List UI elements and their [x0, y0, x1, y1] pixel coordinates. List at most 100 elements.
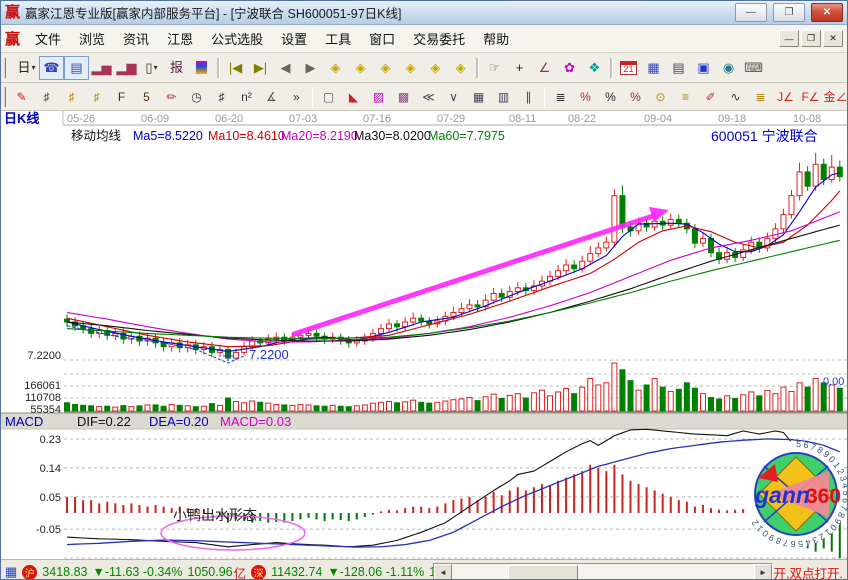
gann-grid-button[interactable]: ♯ — [34, 85, 59, 109]
gold-line-2-button[interactable]: ≣ — [748, 85, 773, 109]
network-button[interactable]: ◉ — [716, 56, 741, 80]
restore-button[interactable]: ❐ — [773, 3, 805, 22]
minimize-button[interactable]: — — [735, 3, 767, 22]
gold-grid-1-button[interactable]: ♯ — [59, 85, 84, 109]
kline-chart-area[interactable]: 05-2606-0906-2007-0307-1607-2908-1108-22… — [1, 111, 847, 559]
diamond-center-button[interactable]: ◈ — [448, 56, 473, 80]
angle-gold-button[interactable]: 金∠ — [823, 85, 847, 109]
quote-list-button[interactable]: ▤ — [64, 56, 89, 80]
menu-item-file[interactable]: 文件 — [26, 26, 70, 51]
save-icon: ▣ — [697, 61, 709, 74]
n-square-icon: n² — [241, 91, 252, 103]
menu-item-news[interactable]: 资讯 — [114, 26, 158, 51]
percent-button[interactable]: % — [598, 85, 623, 109]
phone-quote-button[interactable]: ☎ — [39, 56, 64, 80]
next-period-button[interactable]: ▶ — [298, 56, 323, 80]
first-page-icon: |◀ — [229, 61, 242, 74]
color-volume-button[interactable] — [189, 56, 214, 80]
hatch-box-button[interactable]: ▩ — [391, 85, 416, 109]
angle-f-button[interactable]: F∠ — [798, 85, 823, 109]
first-page-button[interactable]: |◀ — [223, 56, 248, 80]
crosshair-tool-button[interactable]: + — [507, 56, 532, 80]
brush-button[interactable]: ✏ — [159, 85, 184, 109]
minute-chart-3-button[interactable]: ▂▅ — [89, 56, 114, 80]
grid-a-button[interactable]: ▦ — [466, 85, 491, 109]
scroll-right-arrow[interactable]: ► — [754, 564, 772, 580]
ray-lines-icon: ≪ — [422, 91, 435, 103]
grid-a-icon: ▦ — [473, 91, 484, 103]
net-tool-button[interactable]: ❖ — [582, 56, 607, 80]
chevron-down-icon: ▾ — [32, 63, 36, 72]
scrollbar-thumb[interactable] — [508, 565, 578, 580]
fan-lines-button[interactable]: ◣ — [341, 85, 366, 109]
flower-tool-button[interactable]: ✿ — [557, 56, 582, 80]
gold-line-1-button[interactable]: ≡ — [673, 85, 698, 109]
chip-distribution-button[interactable]: ≣ — [548, 85, 573, 109]
menu-item-window[interactable]: 窗口 — [360, 26, 404, 51]
sz-index-change: ▼-128.06 -1.11% — [327, 565, 424, 579]
angle-j-button[interactable]: J∠ — [773, 85, 798, 109]
f-grid-button[interactable]: F — [109, 85, 134, 109]
mdi-close-button[interactable]: ✕ — [823, 30, 843, 47]
ray-lines-button[interactable]: ≪ — [416, 85, 441, 109]
price-grid-button[interactable]: ♯ — [209, 85, 234, 109]
calculator-button[interactable]: ▦ — [641, 56, 666, 80]
flag-pen-button[interactable]: ✐ — [698, 85, 723, 109]
slant-lines-button[interactable]: ∥ — [516, 85, 541, 109]
time-cycle-button[interactable]: ◷ — [184, 85, 209, 109]
menu-item-formula-stock-pick[interactable]: 公式选股 — [202, 26, 272, 51]
diamond-expand-button[interactable]: ◈ — [423, 56, 448, 80]
prev-period-button[interactable]: ◀ — [273, 56, 298, 80]
grid-b-button[interactable]: ▥ — [491, 85, 516, 109]
chart-horizontal-scrollbar[interactable]: ◄ ► — [433, 563, 773, 580]
menu-item-gann[interactable]: 江恩 — [158, 26, 202, 51]
diamond-right-button[interactable]: ◈ — [348, 56, 373, 80]
diamond-swap-button[interactable]: ◈ — [373, 56, 398, 80]
quote-grid-icon[interactable]: ▦ — [5, 564, 17, 580]
zigzag-button[interactable]: ∨ — [441, 85, 466, 109]
box-tool-button[interactable]: ▢ — [316, 85, 341, 109]
wave-tool-button[interactable]: ∿ — [723, 85, 748, 109]
angle-measure-button[interactable]: ∠ — [532, 56, 557, 80]
sh-index-change: ▼-11.63 -0.34% — [92, 565, 182, 579]
mdi-restore-button[interactable]: ❐ — [801, 30, 821, 47]
five-grid-button[interactable]: 5 — [134, 85, 159, 109]
menu-item-tools[interactable]: 工具 — [316, 26, 360, 51]
gold-circle-button[interactable]: ⊙ — [648, 85, 673, 109]
mirror-angle-button[interactable]: ∡ — [259, 85, 284, 109]
diamond-compress-button[interactable]: ◈ — [398, 56, 423, 80]
close-button[interactable]: ✕ — [811, 3, 843, 22]
scroll-left-arrow[interactable]: ◄ — [434, 564, 452, 580]
menu-item-browse[interactable]: 浏览 — [70, 26, 114, 51]
menu-item-help[interactable]: 帮助 — [474, 26, 518, 51]
indicator-button[interactable]: ▯▾ — [139, 56, 164, 80]
notes-icon: ▤ — [672, 61, 684, 74]
save-button[interactable]: ▣ — [691, 56, 716, 80]
percent-line-button[interactable]: % — [623, 85, 648, 109]
gold-grid-2-button[interactable]: ♯ — [84, 85, 109, 109]
last-page-button[interactable]: ▶| — [248, 56, 273, 80]
title-bar[interactable]: 赢 赢家江恩专业版[赢家内部服务平台] - [宁波联合 SH600051-97日… — [1, 1, 847, 25]
notes-button[interactable]: ▤ — [666, 56, 691, 80]
hand-tool-button[interactable]: ☞ — [482, 56, 507, 80]
stock-swap-button[interactable]: 报 — [164, 56, 189, 80]
diamond-left-button[interactable]: ◈ — [323, 56, 348, 80]
f-grid-icon: F — [118, 91, 125, 103]
mdi-minimize-button[interactable]: — — [779, 30, 799, 47]
minute-chart-3-icon: ▂▅ — [92, 61, 112, 74]
kline-period-button[interactable]: 日▾ — [14, 56, 39, 80]
scrollbar-track[interactable] — [452, 565, 754, 580]
n-square-button[interactable]: n² — [234, 85, 259, 109]
percent-red-button[interactable]: % — [573, 85, 598, 109]
menu-item-settings[interactable]: 设置 — [272, 26, 316, 51]
kline-chart-svg[interactable]: 05-2606-0906-2007-0307-1607-2908-1108-22… — [1, 111, 848, 559]
more-tools-button[interactable]: » — [284, 85, 309, 109]
draw-pen-button[interactable]: ✎ — [9, 85, 34, 109]
calendar-button[interactable]: 21 — [616, 56, 641, 80]
menu-item-trade[interactable]: 交易委托 — [404, 26, 474, 51]
toolbar-grip[interactable] — [4, 58, 11, 78]
remote-pc-button[interactable]: ⌨ — [741, 56, 766, 80]
toolbar-grip[interactable] — [4, 87, 6, 107]
magenta-box-button[interactable]: ▨ — [366, 85, 391, 109]
minute-chart-9-button[interactable]: ▂▆ — [114, 56, 139, 80]
